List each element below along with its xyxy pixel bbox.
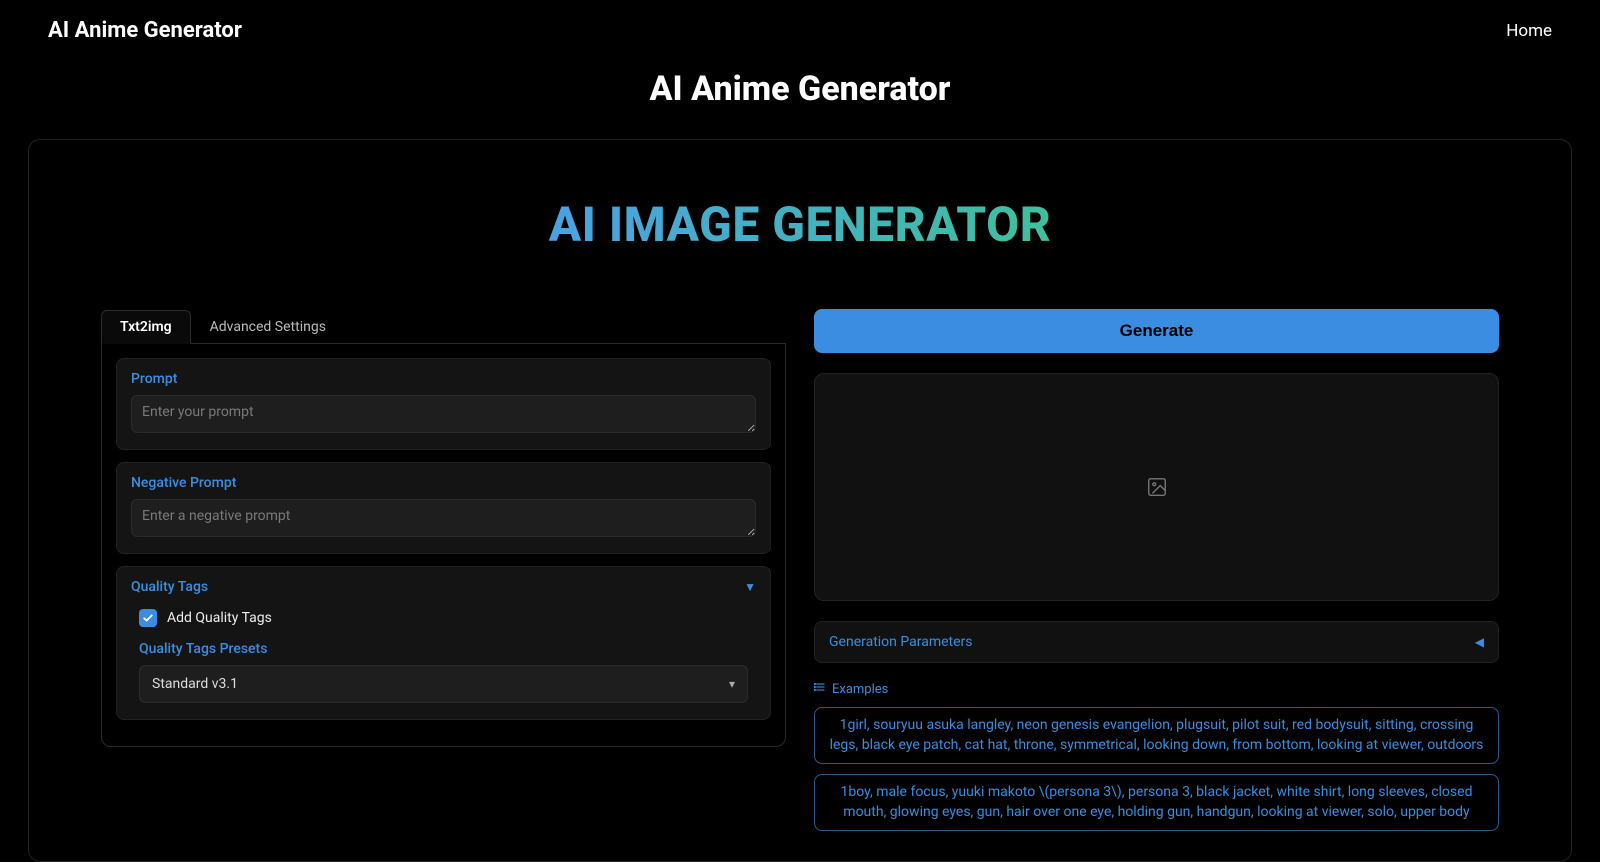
generation-parameters-label: Generation Parameters <box>829 634 973 650</box>
image-icon <box>1146 476 1168 498</box>
tab-advanced-settings[interactable]: Advanced Settings <box>191 310 345 344</box>
add-quality-tags-checkbox[interactable] <box>139 609 157 627</box>
list-icon <box>814 681 826 697</box>
nav-logo[interactable]: AI Anime Generator <box>48 18 242 43</box>
examples-header: Examples <box>814 681 1499 697</box>
output-image-preview[interactable] <box>814 373 1499 601</box>
chevron-down-icon: ▼ <box>744 580 756 594</box>
hero-title: AI IMAGE GENERATOR <box>101 196 1499 253</box>
chevron-down-icon: ▾ <box>729 677 735 691</box>
quality-presets-value: Standard v3.1 <box>152 676 238 692</box>
quality-tags-label: Quality Tags <box>131 579 208 595</box>
add-quality-tags-label: Add Quality Tags <box>167 610 272 626</box>
main-panel: AI IMAGE GENERATOR Txt2img Advanced Sett… <box>28 139 1572 862</box>
tabs: Txt2img Advanced Settings <box>101 309 786 344</box>
page-title: AI Anime Generator <box>0 69 1600 109</box>
chevron-left-icon: ◀ <box>1475 635 1484 649</box>
negative-prompt-label: Negative Prompt <box>131 475 756 491</box>
nav-home-link[interactable]: Home <box>1506 21 1552 41</box>
prompt-input[interactable] <box>131 395 756 433</box>
generate-button[interactable]: Generate <box>814 309 1499 353</box>
prompt-block: Prompt <box>116 358 771 450</box>
examples-label: Examples <box>832 682 888 697</box>
generation-parameters-toggle[interactable]: Generation Parameters ◀ <box>814 621 1499 663</box>
tab-body-txt2img: Prompt Negative Prompt Quality Tags ▼ <box>101 344 786 747</box>
negative-prompt-input[interactable] <box>131 499 756 537</box>
prompt-label: Prompt <box>131 371 756 387</box>
example-item[interactable]: 1girl, souryuu asuka langley, neon genes… <box>814 707 1499 764</box>
example-item[interactable]: 1boy, male focus, yuuki makoto \(persona… <box>814 774 1499 831</box>
quality-tags-toggle[interactable]: Quality Tags ▼ <box>131 579 756 595</box>
tab-txt2img[interactable]: Txt2img <box>101 310 191 344</box>
quality-tags-block: Quality Tags ▼ Add Quality Tags Quality … <box>116 566 771 720</box>
quality-presets-label: Quality Tags Presets <box>139 641 756 657</box>
quality-presets-select[interactable]: Standard v3.1 ▾ <box>139 665 748 703</box>
negative-prompt-block: Negative Prompt <box>116 462 771 554</box>
